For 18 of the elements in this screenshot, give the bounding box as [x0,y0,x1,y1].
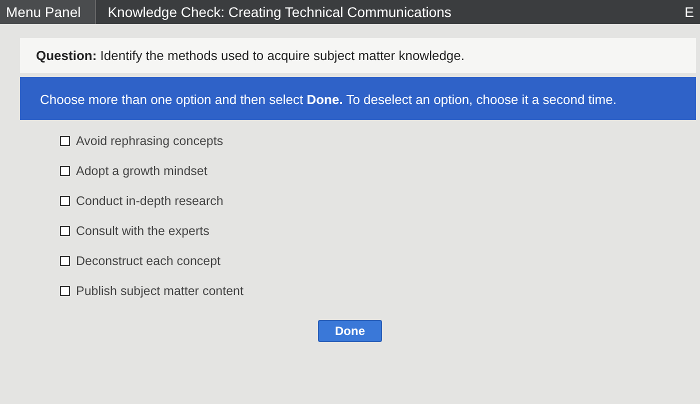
option-item[interactable]: Avoid rephrasing concepts [60,134,700,148]
option-item[interactable]: Consult with the experts [60,224,700,238]
done-button[interactable]: Done [318,320,382,342]
option-item[interactable]: Adopt a growth mindset [60,164,700,178]
option-item[interactable]: Conduct in-depth research [60,194,700,208]
course-title: Knowledge Check: Creating Technical Communications [108,4,452,20]
checkbox[interactable] [60,166,70,176]
checkbox[interactable] [60,136,70,146]
checkbox[interactable] [60,286,70,296]
checkbox[interactable] [60,226,70,236]
menu-panel-button[interactable]: Menu Panel [0,0,96,24]
instruction-text: Choose more than one option and then select Done. To deselect an option, choose it a second time. [40,92,616,107]
checkbox[interactable] [60,256,70,266]
exit-button[interactable]: E [678,4,700,20]
option-item[interactable]: Publish subject matter content [60,284,700,298]
checkbox[interactable] [60,196,70,206]
option-item[interactable]: Deconstruct each concept [60,254,700,268]
question-text: Question: Identify the methods used to acquire subject matter knowledge. [36,48,464,63]
